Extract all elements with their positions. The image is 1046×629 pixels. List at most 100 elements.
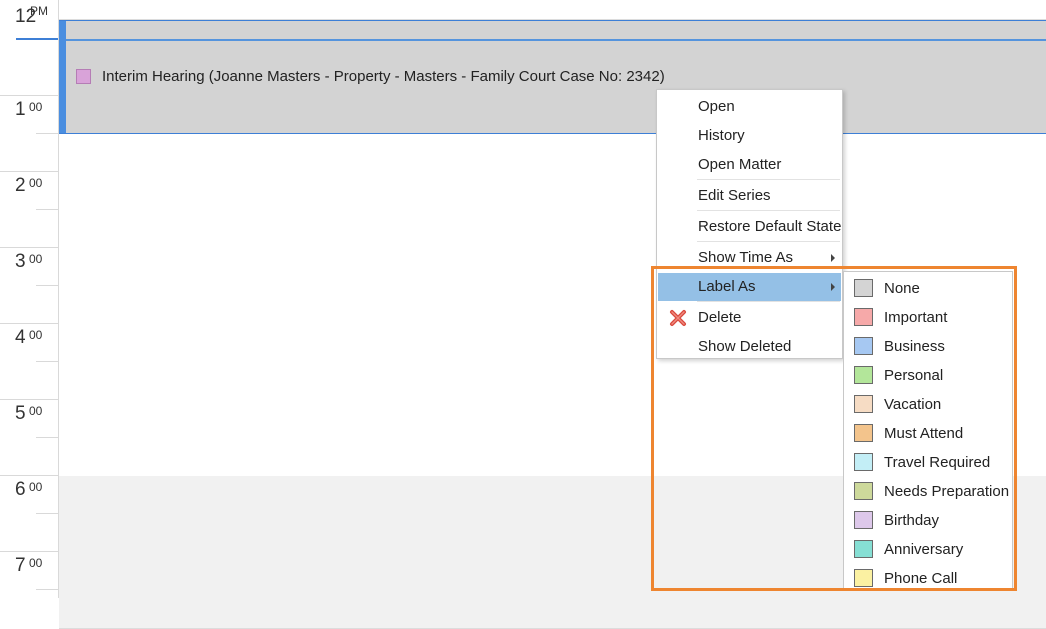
menu-item-label: Label As [698, 278, 756, 295]
half-hour-divider [36, 209, 58, 210]
hour-suffix: 00 [29, 252, 43, 266]
menu-item-label: Delete [698, 309, 742, 326]
label-color-swatch [854, 482, 873, 500]
appointment-title: Interim Hearing (Joanne Masters - Proper… [102, 68, 665, 85]
menu-separator [697, 179, 840, 180]
label-color-swatch [854, 540, 873, 558]
hour-suffix: 00 [29, 100, 43, 114]
hour-7: 7 00 [0, 552, 58, 628]
menu-item-history[interactable]: History [658, 122, 841, 150]
menu-item-restore-default-state[interactable]: Restore Default State [658, 213, 841, 241]
label-option-text: Personal [884, 367, 944, 384]
half-hour-divider [36, 513, 58, 514]
time-slot[interactable] [59, 172, 1046, 211]
submenu-arrow-icon [831, 254, 835, 262]
hour-number: 7 [15, 555, 26, 576]
menu-item-show-deleted[interactable]: Show Deleted [658, 333, 841, 361]
label-option-important[interactable]: Important [844, 302, 1012, 331]
menu-item-open-matter[interactable]: Open Matter [658, 151, 841, 179]
label-option-personal[interactable]: Personal [844, 360, 1012, 389]
hour-1: 1 00 [0, 96, 58, 172]
label-option-birthday[interactable]: Birthday [844, 505, 1012, 534]
menu-separator [697, 241, 840, 242]
menu-item-label: Open Matter [698, 156, 782, 173]
hour-number: 4 [15, 327, 26, 348]
hour-5: 5 00 [0, 400, 58, 476]
label-option-phone-call[interactable]: Phone Call [844, 563, 1012, 592]
label-option-text: Business [884, 338, 945, 355]
label-option-anniversary[interactable]: Anniversary [844, 534, 1012, 563]
hour-suffix: 00 [29, 556, 43, 570]
half-hour-divider [36, 361, 58, 362]
hour-number: 1 [15, 99, 26, 120]
label-option-none[interactable]: None [844, 273, 1012, 302]
half-hour-divider [36, 437, 58, 438]
hour-number: 6 [15, 479, 26, 500]
label-option-text: Vacation [884, 396, 942, 413]
label-color-swatch [854, 511, 873, 529]
hour-suffix: 00 [29, 176, 43, 190]
hour-suffix: 00 [29, 480, 43, 494]
time-slot[interactable] [59, 0, 1046, 20]
label-option-text: None [884, 280, 920, 297]
hour-number: 2 [15, 175, 26, 196]
label-color-swatch [854, 366, 873, 384]
hour-number: 5 [15, 403, 26, 424]
menu-item-label: History [698, 127, 745, 144]
appointment-label-swatch [76, 69, 91, 84]
menu-item-label: Open [698, 98, 735, 115]
hour-suffix: 00 [29, 404, 43, 418]
label-color-swatch [854, 569, 873, 587]
current-time-line [66, 39, 1046, 41]
menu-item-edit-series[interactable]: Edit Series [658, 182, 841, 210]
label-option-text: Important [884, 309, 948, 326]
label-color-swatch [854, 453, 873, 471]
hour-6: 6 00 [0, 476, 58, 552]
hour-2: 2 00 [0, 172, 58, 248]
label-option-text: Phone Call [884, 570, 958, 587]
hour-suffix: 00 [29, 328, 43, 342]
menu-item-open[interactable]: Open [658, 93, 841, 121]
hour-3: 3 00 [0, 248, 58, 324]
context-menu: Open History Open Matter Edit Series Res… [656, 89, 843, 359]
half-hour-divider [36, 285, 58, 286]
appointment-status-bar [59, 21, 66, 133]
hour-4: 4 00 [0, 324, 58, 400]
label-color-swatch [854, 337, 873, 355]
time-ruler: 12 PM 1 00 2 00 3 00 4 00 5 00 6 00 7 00 [0, 0, 59, 598]
label-option-text: Anniversary [884, 541, 964, 558]
menu-item-delete[interactable]: Delete [658, 304, 841, 332]
menu-item-label-as[interactable]: Label As [658, 273, 841, 301]
label-option-business[interactable]: Business [844, 331, 1012, 360]
hour-number: 3 [15, 251, 26, 272]
submenu-arrow-icon [831, 283, 835, 291]
label-color-swatch [854, 395, 873, 413]
delete-x-icon [670, 310, 686, 326]
hour-12pm: 12 PM [0, 0, 58, 96]
label-option-text: Needs Preparation [884, 483, 1010, 500]
menu-separator [697, 210, 840, 211]
label-option-text: Travel Required [884, 454, 991, 471]
label-option-text: Birthday [884, 512, 940, 529]
menu-item-show-time-as[interactable]: Show Time As [658, 244, 841, 272]
hour-suffix: PM [30, 4, 48, 18]
menu-item-label: Show Deleted [698, 338, 792, 355]
label-color-swatch [854, 308, 873, 326]
menu-item-label: Show Time As [698, 249, 794, 266]
menu-separator [697, 301, 840, 302]
label-option-must-attend[interactable]: Must Attend [844, 418, 1012, 447]
label-color-swatch [854, 279, 873, 297]
half-hour-divider [36, 133, 58, 134]
time-slot[interactable] [59, 134, 1046, 173]
menu-item-label: Edit Series [698, 187, 771, 204]
label-option-travel-required[interactable]: Travel Required [844, 447, 1012, 476]
menu-item-label: Restore Default State [698, 218, 842, 235]
current-time-tick [16, 38, 58, 40]
label-option-vacation[interactable]: Vacation [844, 389, 1012, 418]
time-slot[interactable] [59, 590, 1046, 629]
label-as-submenu: None Important Business Personal Vacatio… [843, 271, 1013, 591]
time-slot[interactable] [59, 210, 1046, 249]
appointment-block[interactable]: Interim Hearing (Joanne Masters - Proper… [59, 20, 1046, 134]
half-hour-divider [36, 589, 58, 590]
label-option-needs-preparation[interactable]: Needs Preparation [844, 476, 1012, 505]
